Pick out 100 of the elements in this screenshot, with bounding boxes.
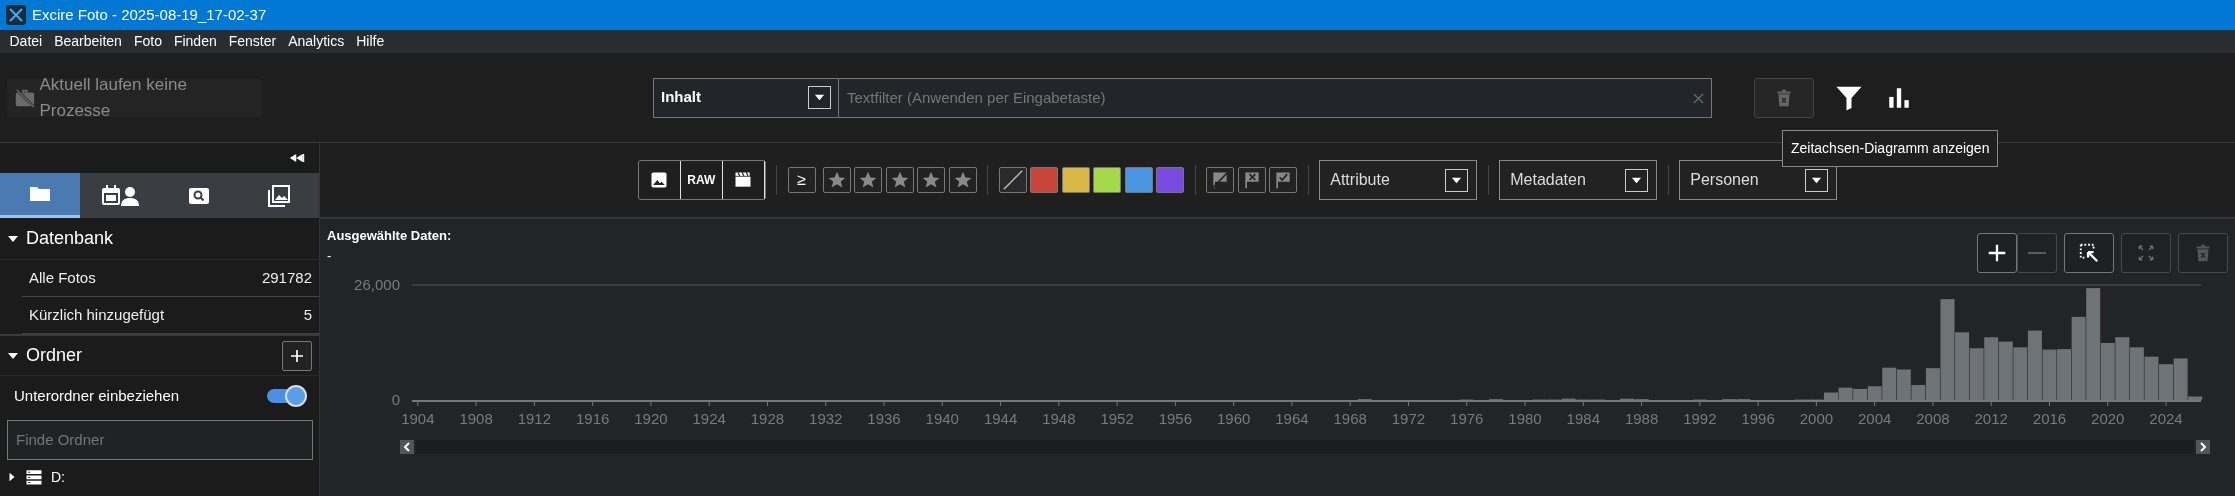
bar[interactable] (2013, 347, 2028, 400)
filter-dropdown[interactable]: Attribute (1319, 160, 1478, 200)
bar[interactable] (2071, 316, 2086, 400)
axis-label: 1936 (867, 410, 901, 427)
menu-item[interactable]: Bearbeiten (48, 31, 128, 52)
item-label: Kürzlich hinzugefügt (29, 304, 165, 325)
menu-item[interactable]: Analytics (282, 31, 351, 52)
color-label-button[interactable] (1061, 167, 1090, 193)
axis-label: 1948 (1042, 410, 1076, 427)
select-range-button[interactable] (2064, 233, 2114, 273)
bar[interactable] (1925, 368, 1940, 400)
axis-label: 26,000 (354, 276, 400, 293)
menu-item[interactable]: Fenster (222, 31, 283, 52)
bar[interactable] (2188, 396, 2203, 400)
briefcase-off-icon (14, 86, 36, 109)
bar[interactable] (1896, 369, 1911, 400)
axis-label: 1916 (575, 410, 610, 427)
minus-icon (2028, 252, 2046, 254)
axis-label: 1904 (401, 410, 435, 427)
bar[interactable] (2027, 330, 2042, 400)
axis-label: 1988 (1624, 410, 1659, 427)
axis-label: 0 (391, 391, 400, 408)
menu-item[interactable]: Finden (167, 31, 223, 52)
bar[interactable] (1882, 367, 1897, 400)
bar[interactable] (1984, 337, 1999, 400)
star-icon (952, 170, 973, 190)
bar[interactable] (1940, 299, 1955, 400)
folder-search-field[interactable]: Finde Ordner (7, 419, 313, 460)
menu-item[interactable]: Foto (127, 31, 168, 52)
axis-label: 2008 (1916, 410, 1950, 427)
add-folder-button[interactable] (282, 340, 312, 371)
star-filter-button[interactable] (822, 167, 851, 193)
axis-label: 1996 (1741, 410, 1775, 427)
clear-icon[interactable] (1693, 92, 1704, 104)
bar[interactable] (2159, 364, 2174, 400)
item-label: Alle Fotos (29, 267, 96, 288)
collapse-icon[interactable] (289, 153, 305, 163)
bar[interactable] (2057, 349, 2072, 400)
tree-label: D: (51, 467, 65, 487)
bar[interactable] (2086, 288, 2101, 400)
bar[interactable] (2144, 356, 2159, 400)
tree-item[interactable]: D: (0, 466, 319, 488)
axis-label: 1980 (1508, 410, 1542, 427)
axis-label: 1940 (925, 410, 959, 427)
flag-filter-button[interactable] (1237, 167, 1266, 193)
flag-filter-button[interactable] (1206, 167, 1235, 193)
star-filter-button[interactable] (948, 167, 977, 193)
comparison-button[interactable]: ≥ (787, 167, 816, 193)
tooltip: Zeitachsen-Diagramm anzeigen (1782, 130, 1999, 167)
list-item[interactable]: Kürzlich hinzugefügt 5 (22, 297, 319, 334)
color-label-button[interactable] (1030, 167, 1059, 193)
filter-dropdown[interactable]: Personen (1679, 160, 1838, 200)
sidebar-tab[interactable] (79, 173, 160, 218)
sidebar-tab[interactable] (239, 173, 319, 218)
item-count: 5 (303, 304, 312, 325)
caret-icon (814, 92, 825, 103)
bar[interactable] (1853, 388, 1868, 400)
star-filter-button[interactable] (854, 167, 883, 193)
expand-icon (2137, 244, 2155, 262)
bar[interactable] (2100, 342, 2115, 400)
bar[interactable] (1969, 348, 1984, 400)
scope-dropdown[interactable]: Inhalt (653, 77, 839, 118)
axis-label: 1992 (1683, 410, 1717, 427)
star-filter-button[interactable] (885, 167, 914, 193)
bar[interactable] (1838, 387, 1853, 400)
bar[interactable] (1911, 384, 1926, 400)
toggle-label: Unterordner einbeziehen (14, 385, 180, 406)
menu-item[interactable]: Hilfe (350, 31, 391, 52)
axis-label: 1984 (1566, 410, 1600, 427)
color-label-button[interactable] (1093, 167, 1122, 193)
bar[interactable] (1955, 332, 1970, 400)
flag-filter-button[interactable] (1269, 167, 1298, 193)
axis-label: 1964 (1275, 410, 1309, 427)
menu-item[interactable]: Datei (3, 31, 49, 52)
section-title: Ordner (26, 344, 83, 367)
window-title: Excire Foto - 2025-08-19_17-02-37 (32, 4, 267, 25)
axis-label: 1908 (459, 410, 493, 427)
bar[interactable] (2129, 347, 2144, 400)
scroll-left-icon[interactable] (400, 440, 414, 454)
scroll-right-icon[interactable] (2196, 440, 2210, 454)
bar[interactable] (1823, 392, 1838, 400)
bar[interactable] (1998, 341, 2013, 400)
color-label-button[interactable] (1156, 167, 1185, 193)
star-filter-button[interactable] (917, 167, 946, 193)
bar[interactable] (2173, 358, 2188, 400)
list-item[interactable]: Alle Fotos 291782 (22, 260, 319, 297)
bar[interactable] (2042, 349, 2057, 400)
text-filter-field[interactable]: Textfilter (Anwenden per Eingabetaste) (839, 77, 1712, 118)
zoom-in-button[interactable] (1977, 233, 2017, 273)
axis-label: 2012 (1974, 410, 2008, 427)
selection-value: - (327, 246, 333, 265)
no-color-button[interactable] (998, 167, 1027, 193)
color-label-button[interactable] (1124, 167, 1153, 193)
photo-stack-icon (267, 183, 292, 208)
bar[interactable] (1867, 386, 1882, 400)
filter-dropdown[interactable]: Metadaten (1499, 160, 1658, 200)
process-status-text: Aktuell laufen keine Prozesse (39, 74, 188, 122)
bar[interactable] (2115, 337, 2130, 400)
star-icon (921, 170, 942, 190)
plus-icon (289, 347, 305, 364)
